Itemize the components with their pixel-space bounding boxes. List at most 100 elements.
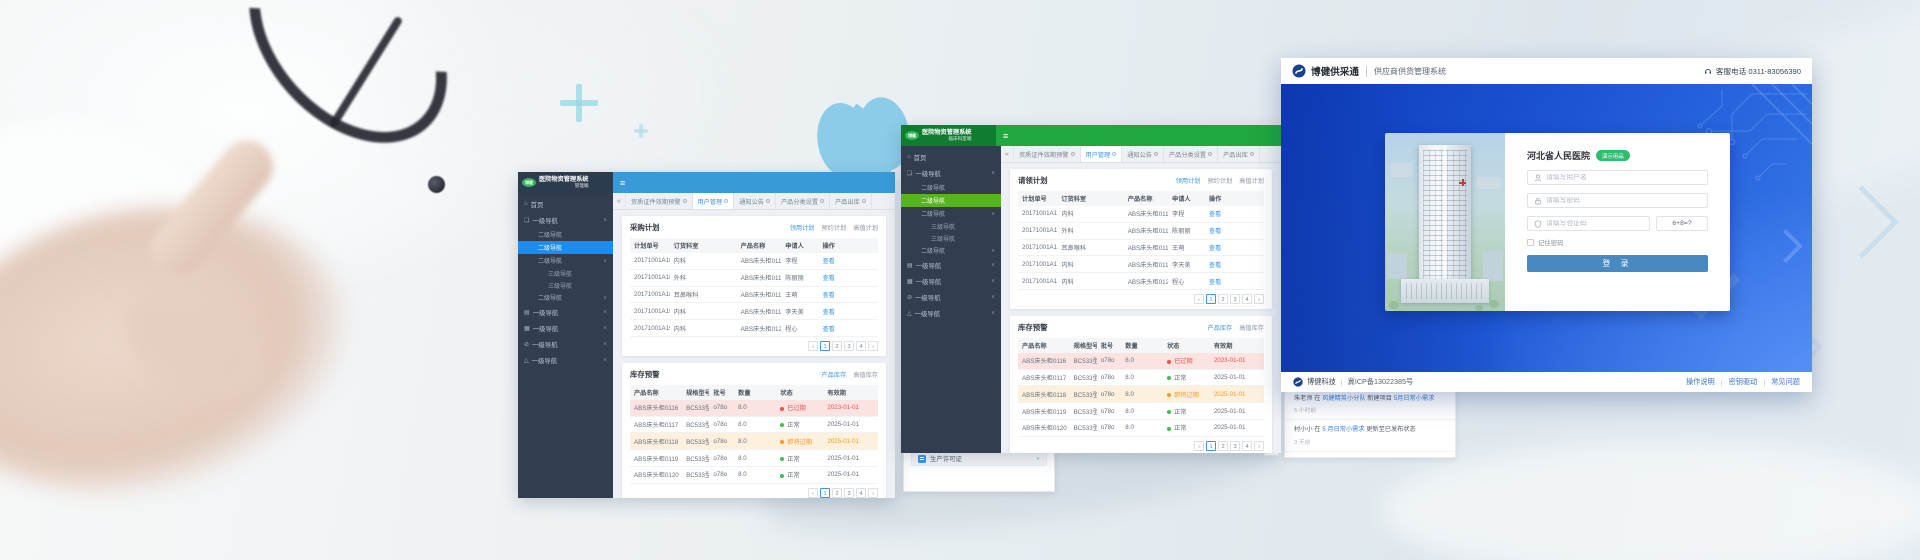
page-button[interactable]: 2 — [1218, 441, 1228, 451]
sidebar-item[interactable]: ▤ 一级导航 ∨ — [518, 304, 613, 320]
username-field[interactable] — [1527, 170, 1708, 185]
tab[interactable]: 产品分类设置 — [1164, 146, 1218, 162]
view-link[interactable]: 查看 — [822, 326, 834, 333]
tab[interactable]: 用户管理 — [1081, 146, 1123, 162]
view-link[interactable]: 查看 — [1209, 279, 1221, 286]
plan-link[interactable]: 领用计划 — [790, 223, 815, 232]
plan-link[interactable]: 高值计划 — [853, 223, 878, 232]
sidebar-item[interactable]: ▤ 一级导航 ∨ — [901, 257, 1001, 273]
tab-refresh-icon[interactable] — [1071, 152, 1075, 156]
tab-refresh-icon[interactable] — [862, 199, 866, 203]
page-button[interactable]: 3 — [1230, 294, 1240, 304]
tab[interactable]: 资质证件效期预警 — [1014, 146, 1081, 162]
sidebar-item[interactable]: 二级导航 ∨ — [901, 244, 1001, 257]
page-button[interactable]: 2 — [832, 341, 842, 351]
page-button[interactable]: 2 — [832, 488, 842, 498]
tab-refresh-icon[interactable] — [1208, 152, 1212, 156]
page-button[interactable]: 1 — [1206, 294, 1216, 304]
captcha-field[interactable] — [1527, 216, 1650, 231]
tab[interactable]: 产品出库 — [1218, 146, 1260, 162]
sidebar-item[interactable]: ▦ 一级导航 ∨ — [518, 320, 613, 336]
sidebar-item[interactable]: 二级导航 — [518, 228, 613, 241]
tab-refresh-icon[interactable] — [766, 199, 770, 203]
sidebar-item[interactable]: 三级导航 — [901, 232, 1001, 244]
feed-text-part[interactable]: 5 月日常小需求 — [1322, 426, 1364, 433]
checkbox-icon[interactable] — [1527, 239, 1534, 246]
plan-link[interactable]: 预约计划 — [1208, 176, 1233, 185]
sidebar-item[interactable]: 三级导航 — [518, 267, 613, 279]
page-button[interactable]: 1 — [820, 341, 830, 351]
footer-link[interactable]: 常见问题 — [1771, 377, 1800, 387]
sidebar-item[interactable]: ⌂ 首页 — [901, 149, 1001, 165]
chevron-down-icon[interactable]: ∨ — [1036, 456, 1040, 462]
view-link[interactable]: 查看 — [822, 258, 834, 265]
stock-link[interactable]: 高值库存 — [853, 370, 878, 379]
tab-refresh-icon[interactable] — [820, 199, 824, 203]
captcha-question[interactable]: 6+8=? — [1656, 216, 1708, 231]
stock-link[interactable]: 高值库存 — [1239, 323, 1264, 332]
page-button[interactable]: 3 — [844, 488, 854, 498]
view-link[interactable]: 查看 — [822, 309, 834, 316]
tab-refresh-icon[interactable] — [683, 199, 687, 203]
view-link[interactable]: 查看 — [1209, 245, 1221, 252]
sidebar-item[interactable]: 二级导航 — [518, 241, 613, 254]
sidebar-item[interactable]: ❏ 一级导航 ∧ — [518, 212, 613, 228]
page-button[interactable]: ‹ — [808, 488, 818, 498]
feed-text-part[interactable]: 风健精英小分队 — [1322, 395, 1365, 402]
tab[interactable]: 通知公告 — [734, 193, 776, 209]
tab-refresh-icon[interactable] — [1112, 152, 1116, 156]
page-button[interactable]: 3 — [844, 341, 854, 351]
sidebar-item[interactable]: 二级导航 ∧ — [901, 207, 1001, 220]
page-button[interactable]: ‹ — [1194, 441, 1204, 451]
remember-password[interactable]: 记住密码 — [1527, 238, 1708, 247]
sidebar-item[interactable]: 三级导航 — [901, 220, 1001, 232]
view-link[interactable]: 查看 — [1209, 228, 1221, 235]
sidebar-item[interactable]: △ 一级导航 ∨ — [518, 352, 613, 368]
page-button[interactable]: 1 — [820, 488, 830, 498]
sidebar-item[interactable]: ⊘ 一级导航 ∨ — [518, 336, 613, 352]
collapse-sidebar-icon[interactable]: « — [613, 193, 626, 209]
plan-link[interactable]: 预约计划 — [822, 223, 847, 232]
feed-text-part[interactable]: 5月日常小需求 — [1394, 395, 1435, 402]
page-button[interactable]: › — [868, 488, 878, 498]
captcha-input[interactable] — [1546, 220, 1643, 227]
collapse-sidebar-icon[interactable]: « — [1001, 146, 1014, 162]
sidebar-item[interactable]: △ 一级导航 ∨ — [901, 305, 1001, 321]
sidebar-item[interactable]: ⌂ 首页 — [518, 196, 613, 212]
password-input[interactable] — [1546, 197, 1701, 204]
page-button[interactable]: 4 — [1242, 441, 1252, 451]
hamburger-menu-icon[interactable]: ≡ — [1003, 131, 1008, 141]
plan-link[interactable]: 领用计划 — [1176, 176, 1201, 185]
tab[interactable]: 用户管理 — [693, 193, 735, 209]
sidebar-item[interactable]: ⊘ 一级导航 ∨ — [901, 289, 1001, 305]
password-field[interactable] — [1527, 193, 1708, 208]
sidebar-item[interactable]: ▦ 一级导航 ∨ — [901, 273, 1001, 289]
login-button[interactable]: 登 录 — [1527, 255, 1708, 272]
sidebar-item[interactable]: 二级导航 — [901, 181, 1001, 194]
view-link[interactable]: 查看 — [822, 275, 834, 282]
page-button[interactable]: 4 — [1242, 294, 1252, 304]
certificate-row[interactable]: 生产许可证 ∨ — [911, 451, 1047, 466]
tab[interactable]: 通知公告 — [1122, 146, 1164, 162]
page-button[interactable]: 4 — [856, 488, 866, 498]
sidebar-item[interactable]: 二级导航 ∧ — [518, 254, 613, 267]
page-button[interactable]: › — [1254, 294, 1264, 304]
page-button[interactable]: 2 — [1218, 294, 1228, 304]
page-button[interactable]: ‹ — [1194, 294, 1204, 304]
sidebar-item[interactable]: 二级导航 ∨ — [518, 291, 613, 304]
sidebar-item[interactable]: 三级导航 — [518, 279, 613, 291]
view-link[interactable]: 查看 — [822, 292, 834, 299]
tab[interactable]: 产品分类设置 — [776, 193, 830, 209]
sidebar-item[interactable]: ❏ 一级导航 ∧ — [901, 165, 1001, 181]
page-button[interactable]: ‹ — [808, 341, 818, 351]
page-button[interactable]: › — [1254, 441, 1264, 451]
stock-link[interactable]: 产品库存 — [822, 370, 847, 379]
footer-link[interactable]: 密钥驱动 — [1729, 377, 1758, 387]
tab[interactable]: 资质证件效期预警 — [626, 193, 693, 209]
username-input[interactable] — [1546, 174, 1701, 181]
stock-link[interactable]: 产品库存 — [1208, 323, 1233, 332]
view-link[interactable]: 查看 — [1209, 211, 1221, 218]
page-button[interactable]: 3 — [1230, 441, 1240, 451]
footer-link[interactable]: 操作说明 — [1686, 377, 1715, 387]
plan-link[interactable]: 高值计划 — [1239, 176, 1264, 185]
